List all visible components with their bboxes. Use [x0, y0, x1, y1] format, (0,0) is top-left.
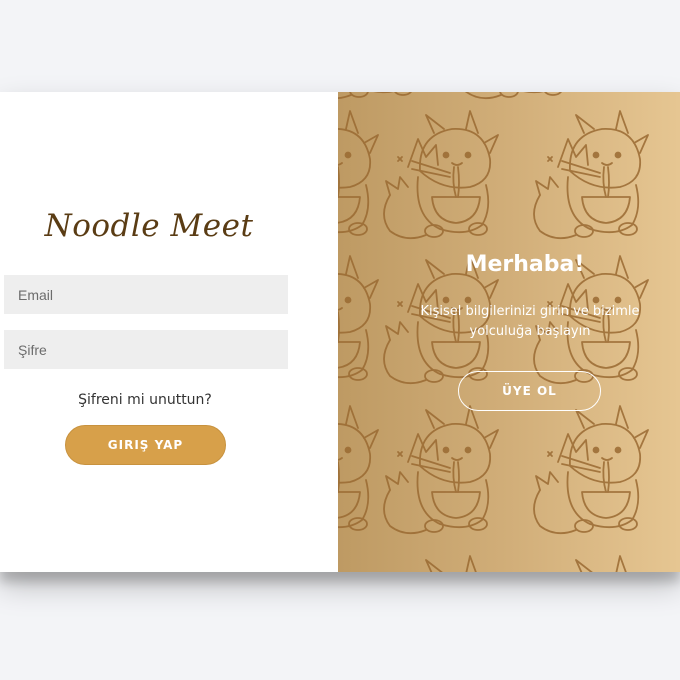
- forgot-password-link[interactable]: Şifreni mi unuttun?: [0, 392, 290, 408]
- password-field[interactable]: [4, 330, 288, 369]
- auth-card: Noodle Meet Şifreni mi unuttun? GIRIŞ YA…: [0, 92, 680, 572]
- welcome-title: Merhaba!: [465, 252, 585, 277]
- signup-button[interactable]: ÜYE OL: [458, 371, 601, 411]
- sign-in-panel: Noodle Meet Şifreni mi unuttun? GIRIŞ YA…: [0, 92, 338, 572]
- login-button[interactable]: GIRIŞ YAP: [65, 425, 226, 465]
- welcome-message: Kişisel bilgilerinizi girin ve bizimle y…: [420, 304, 640, 339]
- app-logo: Noodle Meet: [44, 208, 254, 244]
- email-field[interactable]: [4, 275, 288, 314]
- welcome-overlay-panel: Merhaba! Kişisel bilgilerinizi girin ve …: [338, 92, 680, 572]
